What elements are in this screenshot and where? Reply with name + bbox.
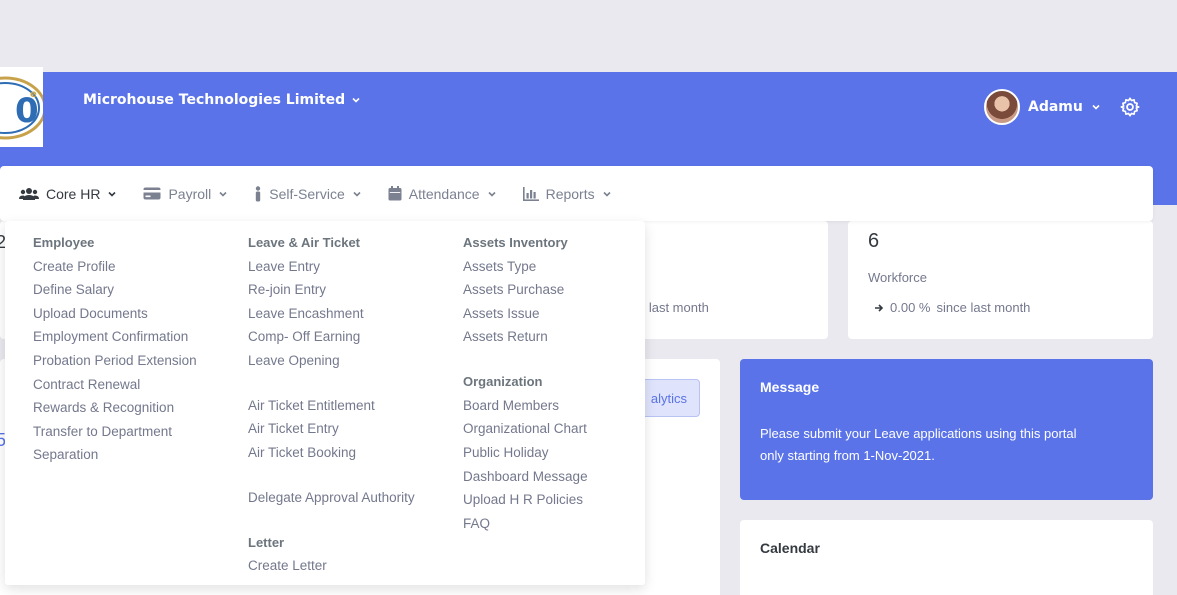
menu-create-profile[interactable]: Create Profile bbox=[33, 255, 197, 279]
menu-upload-hr-policies[interactable]: Upload H R Policies bbox=[463, 488, 588, 512]
avatar[interactable] bbox=[984, 89, 1020, 125]
menu-assets-return[interactable]: Assets Return bbox=[463, 325, 588, 349]
user-menu[interactable]: Adamu bbox=[984, 89, 1101, 125]
menu-air-ticket-entitlement[interactable]: Air Ticket Entitlement bbox=[248, 394, 415, 418]
leave-column: Leave & Air Ticket Leave Entry Re-join E… bbox=[248, 231, 415, 578]
menu-define-salary[interactable]: Define Salary bbox=[33, 278, 197, 302]
company-name: Microhouse Technologies Limited bbox=[83, 92, 346, 108]
menu-delegate-approval[interactable]: Delegate Approval Authority bbox=[248, 486, 415, 510]
card2-percent: 0.00 % bbox=[890, 300, 931, 315]
menu-board-members[interactable]: Board Members bbox=[463, 394, 588, 418]
nav-self-service[interactable]: Self-Service bbox=[254, 186, 361, 202]
card2-since: since last month bbox=[936, 300, 1031, 315]
nav-payroll[interactable]: Payroll bbox=[143, 186, 228, 202]
chevron-down-icon bbox=[488, 191, 496, 197]
menu-air-ticket-booking[interactable]: Air Ticket Booking bbox=[248, 441, 415, 465]
nav-label: Core HR bbox=[46, 185, 101, 202]
menu-dashboard-message[interactable]: Dashboard Message bbox=[463, 465, 588, 489]
menu-assets-purchase[interactable]: Assets Purchase bbox=[463, 278, 588, 302]
menu-public-holiday[interactable]: Public Holiday bbox=[463, 441, 588, 465]
menu-contract-renewal[interactable]: Contract Renewal bbox=[33, 373, 197, 397]
menu-probation-extension[interactable]: Probation Period Extension bbox=[33, 349, 197, 373]
leave-heading: Leave & Air Ticket bbox=[248, 235, 360, 250]
menu-rewards-recognition[interactable]: Rewards & Recognition bbox=[33, 396, 197, 420]
menu-comp-off-earning[interactable]: Comp- Off Earning bbox=[248, 325, 415, 349]
core-hr-dropdown: Employee Create Profile Define Salary Up… bbox=[5, 221, 645, 585]
organization-heading: Organization bbox=[463, 374, 543, 390]
menu-transfer-department[interactable]: Transfer to Department bbox=[33, 420, 197, 444]
nav-attendance[interactable]: Attendance bbox=[388, 186, 497, 202]
menu-create-letter[interactable]: Create Letter bbox=[248, 554, 415, 578]
card2-trend: 0.00 % since last month bbox=[874, 300, 1030, 315]
card1-since-text: e last month bbox=[638, 300, 709, 315]
calendar-title: Calendar bbox=[760, 540, 820, 556]
credit-card-icon bbox=[143, 187, 161, 200]
assets-column: Assets Inventory Assets Type Assets Purc… bbox=[463, 231, 588, 535]
workforce-label: Workforce bbox=[868, 270, 927, 285]
assets-heading: Assets Inventory bbox=[463, 235, 568, 250]
nav-reports[interactable]: Reports bbox=[522, 185, 612, 202]
chevron-down-icon bbox=[219, 191, 227, 197]
nav-label: Reports bbox=[545, 185, 595, 202]
menu-leave-opening[interactable]: Leave Opening bbox=[248, 349, 415, 373]
company-selector[interactable]: Microhouse Technologies Limited bbox=[83, 92, 361, 108]
chevron-down-icon bbox=[603, 191, 611, 197]
message-body: Please submit your Leave applications us… bbox=[760, 426, 1077, 463]
menu-upload-documents[interactable]: Upload Documents bbox=[33, 302, 197, 326]
message-title: Message bbox=[760, 379, 820, 395]
menu-leave-encashment[interactable]: Leave Encashment bbox=[248, 302, 415, 326]
letter-heading: Letter bbox=[248, 534, 285, 550]
gear-icon[interactable] bbox=[1119, 96, 1141, 118]
workforce-value: 6 bbox=[868, 230, 880, 252]
chevron-down-icon bbox=[108, 191, 117, 197]
logo-graphic: 0 e bbox=[0, 76, 43, 140]
users-icon bbox=[19, 187, 39, 200]
nav-label: Payroll bbox=[168, 185, 212, 202]
employee-column: Employee Create Profile Define Salary Up… bbox=[33, 231, 197, 467]
menu-rejoin-entry[interactable]: Re-join Entry bbox=[248, 278, 415, 302]
arrow-right-icon bbox=[875, 303, 884, 312]
main-navbar: Core HR Payroll Self-Service Attendance … bbox=[0, 166, 1153, 221]
calendar-icon bbox=[388, 186, 402, 201]
nav-label: Attendance bbox=[408, 185, 480, 202]
menu-organizational-chart[interactable]: Organizational Chart bbox=[463, 417, 588, 441]
menu-employment-confirmation[interactable]: Employment Confirmation bbox=[33, 325, 197, 349]
person-icon bbox=[256, 185, 261, 201]
user-name: Adamu bbox=[1028, 99, 1083, 115]
svg-text:e: e bbox=[30, 89, 37, 100]
chevron-down-icon bbox=[1092, 104, 1100, 110]
menu-separation[interactable]: Separation bbox=[33, 443, 197, 467]
bar-chart-icon bbox=[522, 186, 539, 201]
nav-label: Self-Service bbox=[269, 185, 345, 202]
menu-assets-type[interactable]: Assets Type bbox=[463, 255, 588, 279]
company-logo[interactable]: 0 e bbox=[0, 67, 43, 147]
chevron-down-icon bbox=[352, 97, 360, 103]
chevron-down-icon bbox=[353, 191, 361, 197]
calendar-card bbox=[740, 520, 1153, 595]
menu-assets-issue[interactable]: Assets Issue bbox=[463, 302, 588, 326]
employee-heading: Employee bbox=[33, 235, 95, 250]
menu-faq[interactable]: FAQ bbox=[463, 512, 588, 536]
menu-leave-entry[interactable]: Leave Entry bbox=[248, 255, 415, 279]
nav-core-hr[interactable]: Core HR bbox=[19, 186, 117, 202]
menu-air-ticket-entry[interactable]: Air Ticket Entry bbox=[248, 417, 415, 441]
